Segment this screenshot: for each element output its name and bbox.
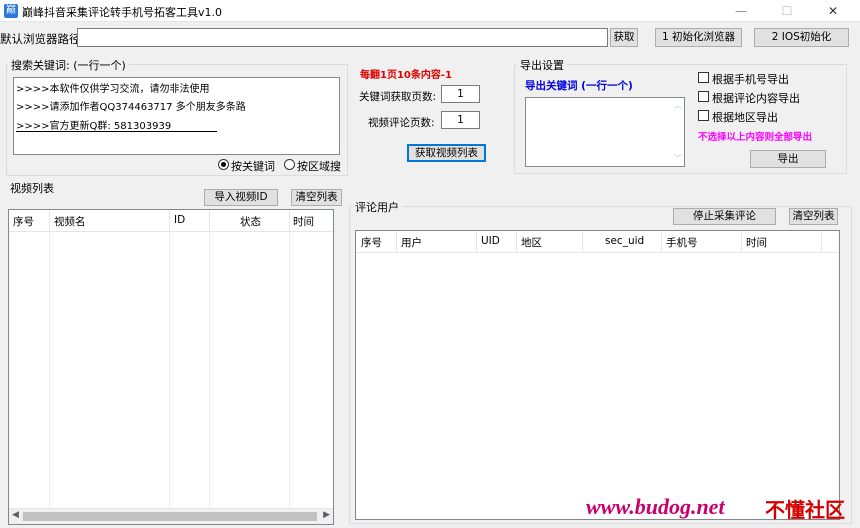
browser-path-input[interactable] (77, 28, 608, 47)
stop-collect-button[interactable]: 停止采集评论 (673, 208, 776, 225)
import-video-id-button[interactable]: 导入视频ID (204, 189, 278, 206)
clear-comment-list-button[interactable]: 清空列表 (789, 208, 838, 225)
comment-col-region[interactable]: 地区 (521, 235, 542, 250)
video-col-id[interactable]: ID (174, 214, 185, 226)
keyword-pages-input[interactable]: 1 (441, 85, 480, 103)
mode-region-label: 按区域搜 (297, 160, 341, 173)
video-list-title: 视频列表 (10, 182, 54, 195)
by-region-label: 根据地区导出 (712, 111, 778, 124)
mode-keyword-radio[interactable] (218, 159, 229, 170)
page-note: 每翻1页10条内容-1 (360, 70, 452, 81)
browser-path-label: 默认浏览器路径: (0, 32, 85, 46)
by-phone-label: 根据手机号导出 (712, 73, 789, 86)
fetch-video-list-button[interactable]: 获取视频列表 (407, 144, 486, 162)
keyword-line: >>>>请添加作者QQ374463717 多个朋友多条路 (16, 102, 246, 113)
mode-keyword-label: 按关键词 (231, 160, 275, 173)
video-list-hscrollbar[interactable]: ◀ ▶ (9, 508, 333, 524)
by-comment-label: 根据评论内容导出 (712, 92, 800, 105)
scroll-up-icon[interactable]: ︿ (674, 100, 682, 111)
export-all-note: 不选择以上内容则全部导出 (698, 132, 813, 143)
app-icon: 巅 (4, 4, 18, 18)
video-col-status[interactable]: 状态 (240, 214, 261, 229)
comment-col-index[interactable]: 序号 (361, 235, 382, 250)
scroll-thumb[interactable] (23, 512, 317, 521)
export-keyword-textarea[interactable]: ︿ ﹀ (525, 97, 685, 167)
video-col-name[interactable]: 视频名 (54, 214, 86, 229)
keyword-textarea[interactable]: >>>>本软件仅供学习交流，请勿非法使用 >>>>请添加作者QQ37446371… (13, 77, 340, 155)
minimize-button[interactable]: — (718, 0, 764, 22)
keyword-line: >>>>本软件仅供学习交流，请勿非法使用 (16, 84, 210, 95)
init-browser-button[interactable]: 1 初始化浏览器 (655, 28, 742, 47)
comment-col-uid[interactable]: UID (481, 235, 500, 247)
comment-col-time[interactable]: 时间 (746, 235, 767, 250)
close-button[interactable]: ✕ (810, 0, 856, 22)
comment-col-secuid[interactable]: sec_uid (605, 235, 644, 247)
title-bar: 巅 巅峰抖音采集评论转手机号拓客工具v1.0 — ☐ ✕ (0, 0, 860, 22)
scroll-down-icon[interactable]: ﹀ (674, 153, 682, 164)
watermark-site: www.budog.net (586, 494, 725, 519)
keyword-pages-label: 关键词获取页数: (359, 91, 437, 103)
search-keyword-group-title: 搜索关键词: (一行一个) (8, 57, 129, 73)
keyword-line: >>>>官方更新Q群: 581303939 (16, 121, 172, 132)
get-path-button[interactable]: 获取 (610, 28, 638, 47)
text-underline (16, 131, 217, 132)
comment-col-phone[interactable]: 手机号 (666, 235, 698, 250)
by-comment-checkbox[interactable] (698, 91, 709, 102)
scroll-left-icon[interactable]: ◀ (12, 510, 19, 520)
video-list-header: 序号 视频名 ID 状态 时间 (9, 210, 333, 232)
maximize-button[interactable]: ☐ (764, 0, 810, 22)
export-keyword-label: 导出关键词 (一行一个) (525, 80, 633, 92)
by-phone-checkbox[interactable] (698, 72, 709, 83)
watermark-brand: 不懂社区 (765, 498, 845, 522)
scroll-right-icon[interactable]: ▶ (323, 510, 330, 520)
comment-list-header: 序号 用户 UID 地区 sec_uid 手机号 时间 (356, 231, 839, 253)
window-title: 巅峰抖音采集评论转手机号拓客工具v1.0 (22, 6, 223, 19)
comment-col-user[interactable]: 用户 (401, 235, 422, 250)
export-settings-title: 导出设置 (517, 57, 567, 73)
comment-list-view[interactable]: 序号 用户 UID 地区 sec_uid 手机号 时间 (355, 230, 840, 520)
clear-video-list-button[interactable]: 清空列表 (291, 189, 342, 206)
export-button[interactable]: 导出 (750, 150, 826, 168)
comment-pages-label: 视频评论页数: (368, 117, 435, 129)
video-col-time[interactable]: 时间 (293, 214, 314, 229)
mode-region-radio[interactable] (284, 159, 295, 170)
comment-users-title: 评论用户 (352, 199, 402, 215)
comment-pages-input[interactable]: 1 (441, 111, 480, 129)
video-list-view[interactable]: 序号 视频名 ID 状态 时间 ◀ ▶ (8, 209, 334, 525)
ios-init-button[interactable]: 2 IOS初始化 (754, 28, 849, 47)
video-col-index[interactable]: 序号 (13, 214, 34, 229)
by-region-checkbox[interactable] (698, 110, 709, 121)
